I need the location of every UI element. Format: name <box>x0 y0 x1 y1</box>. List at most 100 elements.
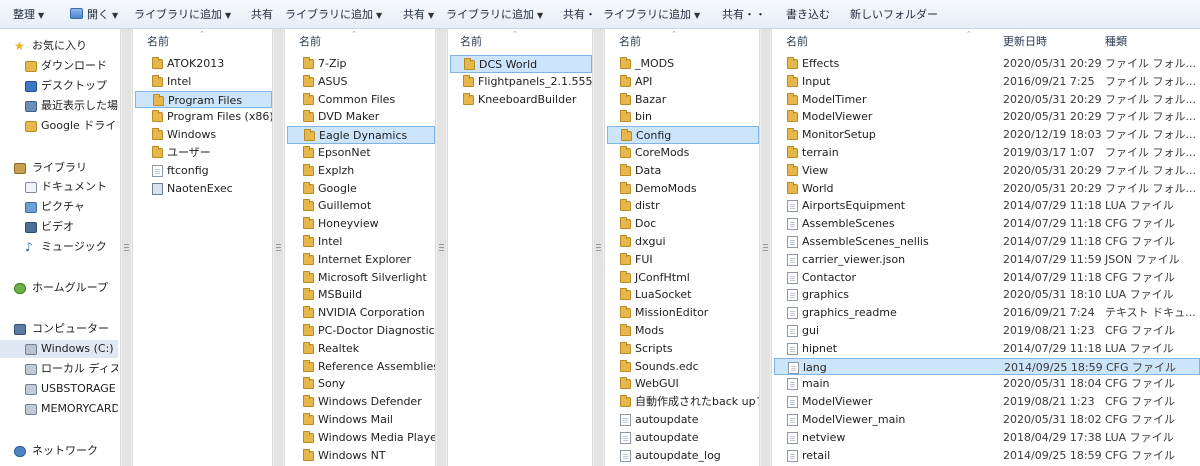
list-item[interactable]: Reference Assemblies <box>287 358 435 376</box>
list-item[interactable]: _MODS <box>607 55 759 73</box>
nav-item-pictures[interactable]: ピクチャ <box>0 198 118 216</box>
nav-homegroup[interactable]: ホームグループ <box>0 279 118 297</box>
add-to-library-button-3[interactable]: ライブラリに追加 ▼ <box>446 7 543 23</box>
column-3-scrollbar[interactable] <box>592 29 605 466</box>
column-4-scrollbar[interactable] <box>759 29 772 466</box>
list-item[interactable]: DemoMods <box>607 180 759 198</box>
list-item[interactable]: MissionEditor <box>607 304 759 322</box>
list-item[interactable]: AssembleScenes_nellis 2014/07/29 11:18 CFG… <box>774 233 1200 251</box>
list-item[interactable]: hipnet 2014/07/29 11:18 LUA ファイル <box>774 340 1200 358</box>
list-item[interactable]: MonitorSetup 2020/12/19 18:03 ファイル フォル... <box>774 126 1200 144</box>
nav-item-documents[interactable]: ドキュメント <box>0 178 118 196</box>
list-item[interactable]: graphics 2020/05/31 18:10 LUA ファイル <box>774 286 1200 304</box>
organize-button[interactable]: 整理 ▼ <box>13 7 44 23</box>
nav-item-videos[interactable]: ビデオ <box>0 218 118 236</box>
list-item[interactable]: distr <box>607 197 759 215</box>
list-item[interactable]: Realtek <box>287 340 435 358</box>
nav-item-music[interactable]: ♪ ミュージック <box>0 238 118 256</box>
list-item[interactable]: ModelViewer 2019/08/21 1:23 CFG ファイル <box>774 393 1200 411</box>
list-item[interactable]: autoupdate <box>607 411 759 429</box>
list-item[interactable]: ASUS <box>287 73 435 91</box>
list-item[interactable]: terrain 2019/03/17 1:07 ファイル フォル... <box>774 144 1200 162</box>
list-item[interactable]: Honeyview <box>287 215 435 233</box>
list-item[interactable]: View 2020/05/31 20:29 ファイル フォル... <box>774 162 1200 180</box>
nav-item-downloads[interactable]: ダウンロード <box>0 57 118 75</box>
list-item[interactable]: gui 2019/08/21 1:23 CFG ファイル <box>774 322 1200 340</box>
list-item[interactable]: bin <box>607 108 759 126</box>
nav-item-google-drive[interactable]: Google ドライブ <box>0 117 118 135</box>
column-header-name[interactable]: 名前 <box>786 34 808 50</box>
nav-computer[interactable]: コンピューター <box>0 320 118 338</box>
list-item[interactable]: carrier_viewer.json 2014/07/29 11:59 JSON … <box>774 251 1200 269</box>
list-item[interactable]: Internet Explorer <box>287 251 435 269</box>
list-item[interactable]: NVIDIA Corporation <box>287 304 435 322</box>
list-item[interactable]: Input 2016/09/21 7:25 ファイル フォル... <box>774 73 1200 91</box>
list-item[interactable]: API <box>607 73 759 91</box>
share-button-1[interactable]: 共有 <box>251 7 273 23</box>
list-item[interactable]: Google <box>287 180 435 198</box>
list-item[interactable]: WebGUI <box>607 375 759 393</box>
nav-item-desktop[interactable]: デスクトップ <box>0 77 118 95</box>
list-item[interactable]: Contactor 2014/07/29 11:18 CFG ファイル <box>774 269 1200 287</box>
list-item[interactable]: Bazar <box>607 91 759 109</box>
list-item[interactable]: Windows Defender <box>287 393 435 411</box>
list-item[interactable]: Microsoft Silverlight <box>287 269 435 287</box>
nav-favorites[interactable]: ★ お気に入り <box>0 37 118 55</box>
list-item[interactable]: DCS World <box>450 55 592 73</box>
list-item[interactable]: 7-Zip <box>287 55 435 73</box>
list-item[interactable]: ModelViewer_main 2020/05/31 18:02 CFG ファイル <box>774 411 1200 429</box>
nav-item-drive-c[interactable]: Windows (C:) <box>0 340 118 358</box>
list-item[interactable]: ユーザー <box>135 144 272 162</box>
list-item[interactable]: 自動作成されたback upフ <box>607 393 759 411</box>
share-button-3[interactable]: 共有・ <box>563 7 596 23</box>
list-item[interactable]: Intel <box>287 233 435 251</box>
list-item[interactable]: Windows NT <box>287 447 435 465</box>
column-header-type[interactable]: 種類 <box>1105 34 1127 50</box>
add-to-library-button-4[interactable]: ライブラリに追加 ▼ <box>603 7 700 23</box>
list-item[interactable]: Doc <box>607 215 759 233</box>
column-1-scrollbar[interactable] <box>272 29 285 466</box>
new-folder-button[interactable]: 新しいフォルダー <box>850 7 938 23</box>
list-item[interactable]: ModelTimer 2020/05/31 20:29 ファイル フォル... <box>774 91 1200 109</box>
share-button-4[interactable]: 共有・・ <box>722 7 766 23</box>
list-item[interactable]: EpsonNet <box>287 144 435 162</box>
list-item[interactable]: MSBuild <box>287 286 435 304</box>
list-item[interactable]: dxgui <box>607 233 759 251</box>
column-header-name[interactable]: 名前 <box>460 34 482 50</box>
nav-item-usbstorage[interactable]: USBSTORAGE ( <box>0 380 118 398</box>
list-item[interactable]: lang 2014/09/25 18:59 CFG ファイル <box>774 357 1200 376</box>
nav-item-local-disk[interactable]: ローカル ディスク <box>0 360 118 378</box>
list-item[interactable]: ATOK2013 <box>135 55 272 73</box>
add-to-library-button-1[interactable]: ライブラリに追加 ▼ <box>134 7 231 23</box>
column-header-name[interactable]: 名前 <box>619 34 641 50</box>
list-item[interactable]: autoupdate_log <box>607 447 759 465</box>
list-item[interactable]: Common Files <box>287 91 435 109</box>
list-item[interactable]: JConfHtml <box>607 269 759 287</box>
list-item[interactable]: AssembleScenes 2014/07/29 11:18 CFG ファイル <box>774 215 1200 233</box>
list-item[interactable]: Windows Mail <box>287 411 435 429</box>
nav-item-recent-places[interactable]: 最近表示した場所 <box>0 97 118 115</box>
list-item[interactable]: AirportsEquipment 2014/07/29 11:18 LUA ファイ… <box>774 197 1200 215</box>
open-button[interactable]: 開く ▼ <box>70 7 118 23</box>
list-item[interactable]: netview 2018/04/29 17:38 LUA ファイル <box>774 429 1200 447</box>
list-item[interactable]: autoupdate <box>607 429 759 447</box>
list-item[interactable]: Sony <box>287 375 435 393</box>
list-item[interactable]: Eagle Dynamics <box>287 126 435 144</box>
list-item[interactable]: graphics_readme 2016/09/21 7:24 テキスト ドキュ..… <box>774 304 1200 322</box>
column-2-scrollbar[interactable] <box>435 29 448 466</box>
list-item[interactable]: retail 2014/09/25 18:59 CFG ファイル <box>774 447 1200 465</box>
list-item[interactable]: Guillemot <box>287 197 435 215</box>
list-item[interactable]: KneeboardBuilder <box>450 91 592 109</box>
column-header-date[interactable]: 更新日時 <box>1003 34 1047 50</box>
list-item[interactable]: Data <box>607 162 759 180</box>
list-item[interactable]: DVD Maker <box>287 108 435 126</box>
list-item[interactable]: World 2020/05/31 20:29 ファイル フォル... <box>774 180 1200 198</box>
list-item[interactable]: FUI <box>607 251 759 269</box>
list-item[interactable]: Mods <box>607 322 759 340</box>
list-item[interactable]: Explzh <box>287 162 435 180</box>
list-item[interactable]: Config <box>607 126 759 144</box>
list-item[interactable]: ModelViewer 2020/05/31 20:29 ファイル フォル... <box>774 108 1200 126</box>
list-item[interactable]: Scripts <box>607 340 759 358</box>
nav-item-memorycard[interactable]: MEMORYCARD <box>0 400 118 418</box>
list-item[interactable]: LuaSocket <box>607 286 759 304</box>
